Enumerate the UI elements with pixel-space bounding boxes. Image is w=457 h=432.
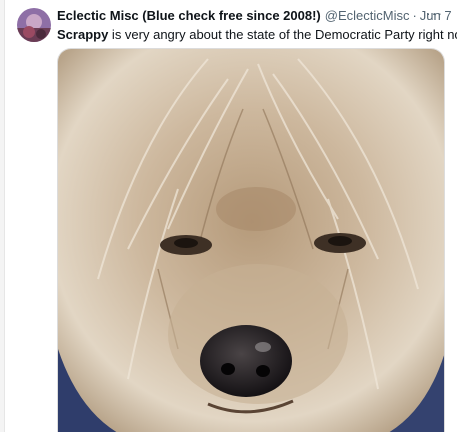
dog-photo: [58, 49, 444, 432]
avatar[interactable]: [17, 8, 51, 42]
more-options-icon[interactable]: ···: [426, 6, 443, 20]
tweet-text-bold: Scrappy: [57, 27, 109, 42]
avatar-image: [17, 8, 51, 42]
tweet-media[interactable]: [57, 48, 445, 432]
tweet-card[interactable]: Eclectic Misc (Blue check free since 200…: [4, 0, 457, 432]
separator: ·: [412, 7, 417, 23]
tweet-header: Eclectic Misc (Blue check free since 200…: [57, 6, 452, 24]
tweet-body: Eclectic Misc (Blue check free since 200…: [57, 6, 457, 43]
tweet-text: Scrappy is very angry about the state of…: [57, 26, 457, 43]
author-handle[interactable]: @EclecticMisc: [325, 8, 410, 23]
author-name[interactable]: Eclectic Misc (Blue check free since 200…: [57, 8, 321, 23]
tweet-text-rest: is very angry about the state of the Dem…: [108, 27, 457, 42]
